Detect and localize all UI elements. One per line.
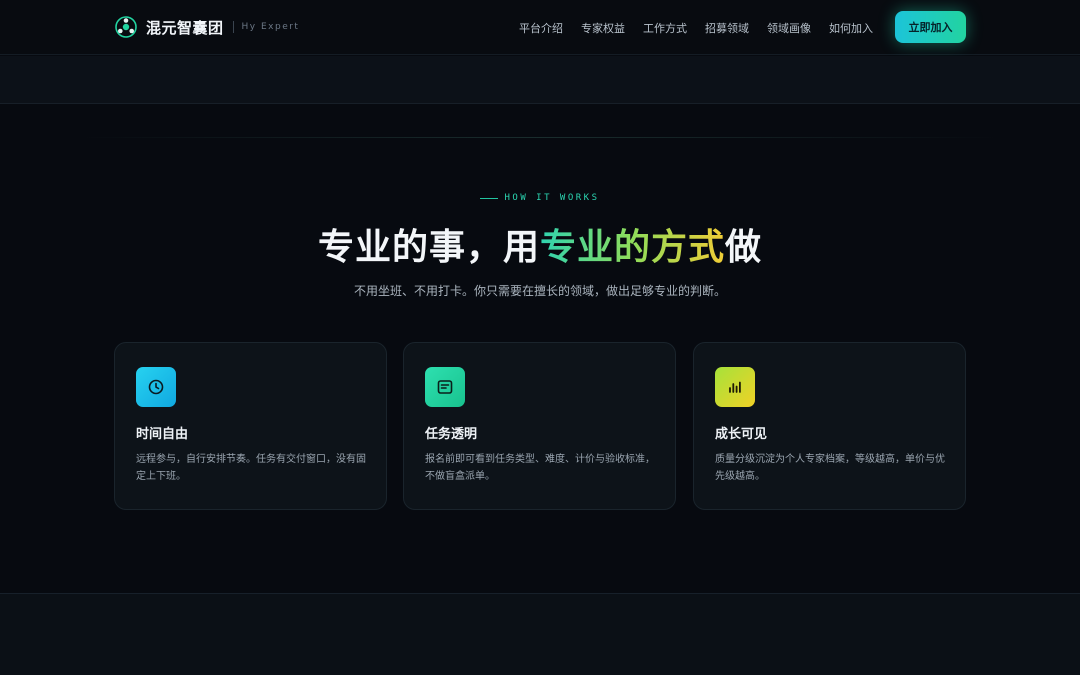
card-title: 任务透明 (425, 427, 478, 442)
brand-divider (232, 21, 234, 33)
feature-card-time: 时间自由 远程参与，自行安排节奏。任务有交付窗口，没有固定上下班。 (114, 342, 387, 510)
eyebrow-text: HOW IT WORKS (504, 193, 600, 203)
section-subtitle: 不用坐班、不用打卡。你只需要在擅长的领域，做出足够专业的判断。 (353, 284, 726, 298)
brand[interactable]: 混元智囊团 Hy Expert (115, 16, 299, 38)
card-title: 时间自由 (136, 427, 189, 442)
card-description: 远程参与，自行安排节奏。任务有交付窗口，没有固定上下班。 (136, 454, 366, 482)
card-title: 成长可见 (715, 427, 768, 442)
nav-item-how-it-works[interactable]: 工作方式 (643, 20, 687, 36)
card-description: 报名前即可看到任务类型、难度、计价与验收标准，不做盲盒派单。 (425, 454, 655, 482)
page: 混元智囊团 Hy Expert 平台介绍 专家权益 工作方式 招募领域 领域画像… (0, 0, 1080, 675)
card-icon-box (425, 367, 465, 407)
top-band (0, 56, 1080, 104)
top-navbar: 混元智囊团 Hy Expert 平台介绍 专家权益 工作方式 招募领域 领域画像… (0, 0, 1080, 55)
section-title: 专业的事，用专业的方式做 (0, 218, 1080, 270)
document-icon (437, 380, 453, 394)
card-icon-box (136, 367, 176, 407)
main-menu: 平台介绍 专家权益 工作方式 招募领域 领域画像 如何加入 (519, 20, 873, 36)
card-description: 质量分级沉淀为个人专家档案，等级越高，单价与优先级越高。 (715, 454, 945, 482)
clock-icon (148, 379, 164, 395)
title-plain: 专业的事，用 (317, 227, 540, 268)
section-eyebrow: HOW IT WORKS (0, 193, 1080, 203)
brand-subtitle: Hy Expert (241, 22, 300, 32)
tri-node-logo-icon (115, 16, 137, 38)
feature-card-transparency: 任务透明 报名前即可看到任务类型、难度、计价与验收标准，不做盲盒派单。 (403, 342, 676, 510)
next-section-band (0, 593, 1080, 675)
bar-chart-icon (729, 381, 741, 393)
join-now-button[interactable]: 立即加入 (895, 11, 966, 43)
nav-item-benefits[interactable]: 专家权益 (581, 20, 625, 36)
brand-name: 混元智囊团 (146, 18, 224, 37)
nav-item-platform[interactable]: 平台介绍 (519, 20, 563, 36)
title-end: 做 (725, 227, 763, 268)
eyebrow-dash (480, 197, 499, 199)
nav-item-recruiting-fields[interactable]: 招募领域 (705, 20, 749, 36)
nav-item-how-to-join[interactable]: 如何加入 (829, 20, 873, 36)
feature-card-growth: 成长可见 质量分级沉淀为个人专家档案，等级越高，单价与优先级越高。 (693, 342, 966, 510)
card-icon-box (715, 367, 755, 407)
section-divider-glow (80, 137, 1000, 138)
nav-item-field-profiles[interactable]: 领域画像 (767, 20, 811, 36)
title-highlight: 专业的方式 (539, 227, 725, 268)
